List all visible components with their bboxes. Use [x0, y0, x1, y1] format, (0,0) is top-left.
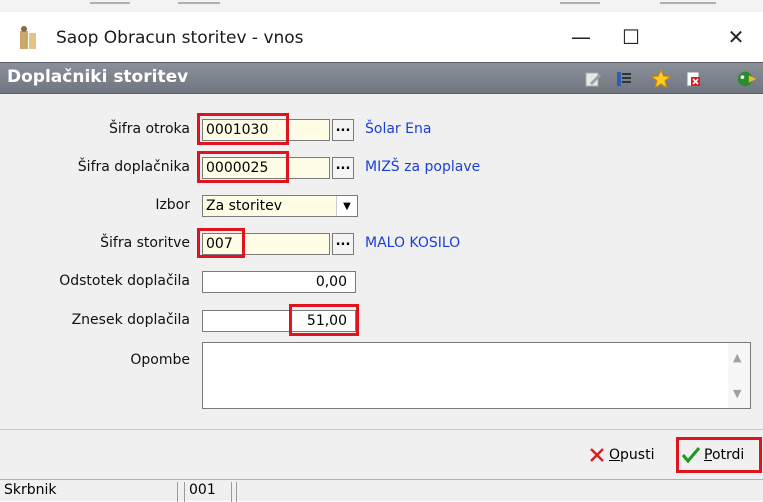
list-icon[interactable] — [613, 68, 635, 90]
button-bar: Opusti Potrdi — [0, 429, 763, 479]
status-bar: Skrbnik 001 — [0, 479, 763, 502]
section-title: Doplačniki storitev — [7, 67, 189, 87]
minimize-button[interactable]: — — [554, 12, 608, 62]
maximize-button[interactable]: ☐ — [604, 12, 658, 62]
odstotek-field[interactable]: 0,00 — [202, 271, 356, 293]
delete-document-icon[interactable] — [683, 68, 705, 90]
exit-icon[interactable] — [736, 68, 758, 90]
sifra-otroka-lookup-button[interactable]: ... — [332, 119, 354, 141]
status-empty — [236, 482, 763, 502]
scroll-up-icon[interactable]: ▲ — [733, 351, 741, 364]
section-header: Doplačniki storitev — [0, 62, 763, 94]
znesek-label: Znesek doplačila — [71, 312, 190, 328]
cancel-mnemonic: O — [609, 447, 621, 463]
scroll-down-icon[interactable]: ▼ — [733, 387, 741, 400]
window-title: Saop Obracun storitev - vnos — [56, 28, 304, 48]
star-icon[interactable] — [650, 68, 672, 90]
memo-scrollbar[interactable]: ▲ ▼ — [728, 343, 750, 408]
sifra-doplacnika-label: Šifra doplačnika — [77, 159, 190, 175]
highlight-box — [289, 304, 359, 336]
odstotek-label: Odstotek doplačila — [59, 273, 190, 289]
sifra-storitve-label: Šifra storitve — [100, 235, 190, 251]
edit-icon[interactable] — [582, 68, 604, 90]
highlight-box — [676, 437, 762, 473]
sifra-storitve-name: MALO KOSILO — [365, 235, 461, 251]
izbor-selected-value: Za storitev — [206, 198, 283, 214]
highlight-box — [197, 228, 245, 258]
opombe-label: Opombe — [130, 352, 190, 368]
cancel-button[interactable]: Opusti — [588, 441, 654, 469]
background-window-strip — [0, 0, 763, 12]
sifra-otroka-label: Šifra otroka — [109, 121, 190, 137]
app-icon — [18, 25, 38, 51]
izbor-select[interactable]: Za storitev ▼ — [202, 195, 358, 217]
sifra-otroka-name: Šolar Ena — [365, 121, 432, 137]
highlight-box — [197, 113, 289, 145]
opombe-textarea[interactable]: ▲ ▼ — [202, 342, 751, 409]
sifra-doplacnika-lookup-button[interactable]: ... — [332, 157, 354, 179]
status-code: 001 — [184, 482, 232, 502]
status-user: Skrbnik — [0, 482, 178, 502]
close-button[interactable]: ✕ — [709, 12, 763, 62]
title-bar: Saop Obracun storitev - vnos — ☐ ✕ — [0, 12, 763, 62]
chevron-down-icon[interactable]: ▼ — [336, 196, 357, 216]
izbor-label: Izbor — [155, 197, 190, 213]
cancel-label: pusti — [620, 447, 655, 463]
highlight-box — [197, 151, 289, 183]
sifra-doplacnika-name: MIZŠ za poplave — [365, 159, 481, 175]
sifra-storitve-lookup-button[interactable]: ... — [332, 233, 354, 255]
cancel-x-icon — [590, 448, 604, 462]
